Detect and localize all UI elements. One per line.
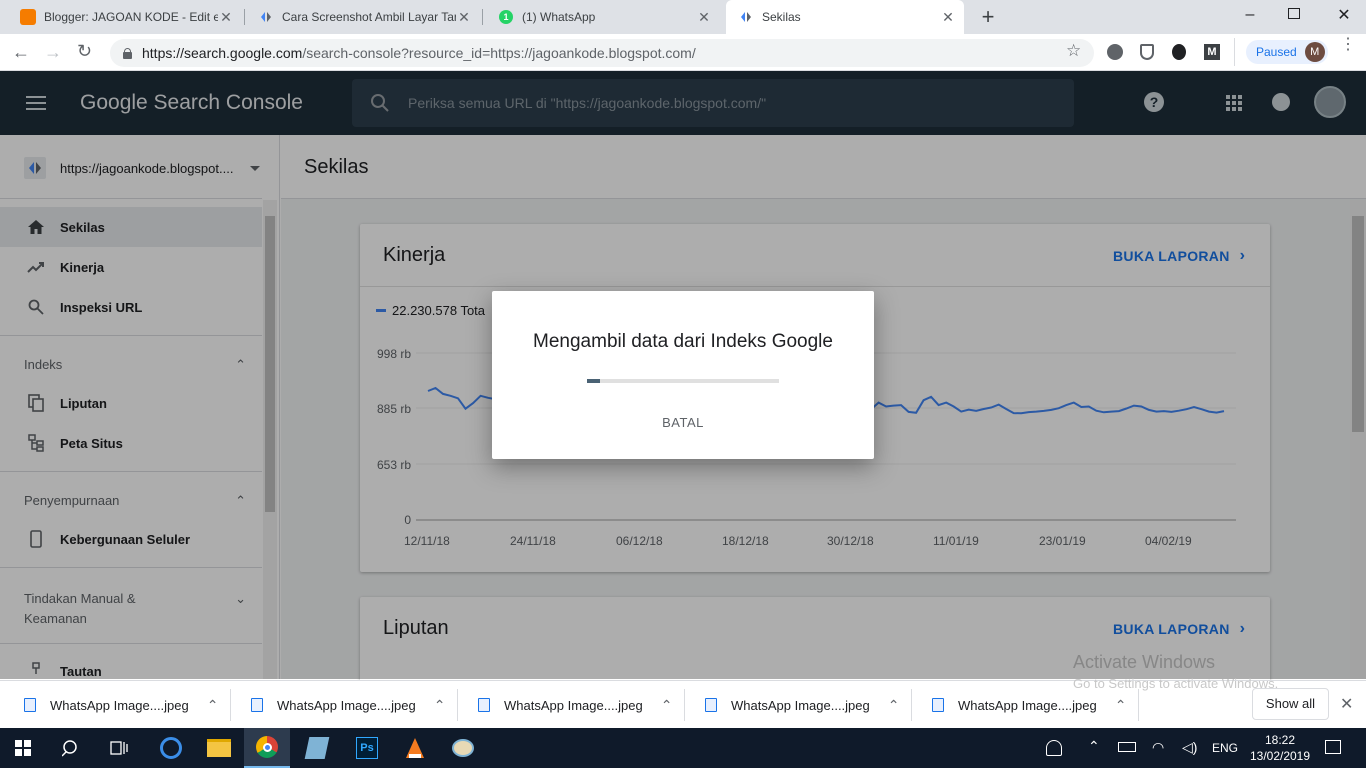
close-window-button[interactable]: ✕ xyxy=(1334,5,1354,25)
new-tab-button[interactable]: + xyxy=(976,5,1000,29)
image-file-icon xyxy=(705,698,717,712)
profile-paused-button[interactable]: Paused M xyxy=(1246,40,1328,64)
chrome-icon[interactable] xyxy=(244,728,290,768)
close-tab-icon[interactable]: ✕ xyxy=(696,9,712,26)
vlc-icon[interactable] xyxy=(392,728,438,768)
chevron-up-icon[interactable]: ⌃ xyxy=(207,697,219,714)
dialog-title: Mengambil data dari Indeks Google xyxy=(533,331,833,352)
close-tab-icon[interactable]: ✕ xyxy=(940,9,956,26)
download-item[interactable]: WhatsApp Image....jpeg ⌃ xyxy=(227,681,454,729)
image-file-icon xyxy=(251,698,263,712)
file-explorer-icon[interactable] xyxy=(196,728,242,768)
bookmark-star-icon[interactable]: ☆ xyxy=(1066,41,1081,61)
search-console-icon xyxy=(258,9,274,25)
extension-icon[interactable] xyxy=(1172,44,1186,60)
chevron-up-icon[interactable]: ⌃ xyxy=(1115,697,1127,714)
back-button[interactable]: ← xyxy=(12,42,30,63)
download-separator xyxy=(1138,689,1139,721)
whatsapp-icon: 1 xyxy=(498,9,514,25)
progress-bar xyxy=(587,379,779,383)
search-icon[interactable] xyxy=(48,728,94,768)
address-bar[interactable]: https://search.google.com/search-console… xyxy=(110,39,1094,67)
tab-cara-screenshot[interactable]: Cara Screenshot Ambil Layar Tanj ✕ xyxy=(246,0,480,34)
progress-bar-fill xyxy=(587,379,601,383)
battery-icon[interactable] xyxy=(1118,742,1136,752)
download-item[interactable]: WhatsApp Image....jpeg ⌃ xyxy=(0,681,227,729)
tab-separator xyxy=(244,9,245,25)
image-file-icon xyxy=(932,698,944,712)
people-icon[interactable] xyxy=(1046,740,1062,756)
notification-center-icon[interactable] xyxy=(1325,740,1341,754)
download-item[interactable]: WhatsApp Image....jpeg ⌃ xyxy=(681,681,908,729)
app-icon[interactable] xyxy=(294,728,340,768)
image-file-icon xyxy=(24,698,36,712)
tab-blogger[interactable]: Blogger: JAGOAN KODE - Edit en ✕ xyxy=(8,0,242,34)
windows-start-icon[interactable] xyxy=(0,728,46,768)
close-tab-icon[interactable]: ✕ xyxy=(456,9,472,26)
extension-icon[interactable] xyxy=(1107,44,1123,60)
shield-extension-icon[interactable] xyxy=(1140,44,1154,60)
chevron-up-icon[interactable]: ⌃ xyxy=(888,697,900,714)
menu-kebab-icon[interactable]: ⋮ xyxy=(1340,37,1356,53)
close-downloads-icon[interactable]: ✕ xyxy=(1340,694,1353,714)
loading-dialog: Mengambil data dari Indeks Google BATAL xyxy=(492,291,874,459)
search-console-icon xyxy=(738,9,754,25)
show-all-button[interactable]: Show all xyxy=(1252,688,1329,720)
volume-icon[interactable]: ◁) xyxy=(1182,739,1197,756)
tab-sekilas[interactable]: Sekilas ✕ xyxy=(726,0,964,34)
m-extension-icon[interactable]: M xyxy=(1204,44,1220,60)
download-item[interactable]: WhatsApp Image....jpeg ⌃ xyxy=(454,681,681,729)
close-tab-icon[interactable]: ✕ xyxy=(218,9,234,26)
chevron-up-icon[interactable]: ⌃ xyxy=(661,697,673,714)
image-file-icon xyxy=(478,698,490,712)
edge-browser-icon[interactable] xyxy=(148,728,194,768)
maximize-button[interactable] xyxy=(1288,8,1300,19)
cancel-button[interactable]: BATAL xyxy=(642,409,724,437)
tab-separator xyxy=(482,9,483,25)
chevron-up-icon[interactable]: ⌃ xyxy=(434,697,446,714)
photoshop-icon[interactable]: Ps xyxy=(344,728,390,768)
tab-whatsapp[interactable]: 1 (1) WhatsApp ✕ xyxy=(486,0,720,34)
avatar: M xyxy=(1304,42,1325,62)
task-view-icon[interactable] xyxy=(96,728,142,768)
toolbar-divider xyxy=(1234,38,1235,66)
minimize-button[interactable]: – xyxy=(1240,6,1260,24)
blogger-icon xyxy=(20,9,36,25)
clock[interactable]: 18:22 13/02/2019 xyxy=(1248,732,1312,764)
chevron-up-icon[interactable]: ⌃ xyxy=(1088,738,1100,755)
language-indicator[interactable]: ENG xyxy=(1212,741,1238,755)
reload-button[interactable]: ↻ xyxy=(77,41,92,62)
wifi-icon[interactable]: ◠ xyxy=(1152,739,1164,756)
lock-icon xyxy=(122,47,132,59)
forward-button[interactable]: → xyxy=(44,42,62,63)
paint-icon[interactable] xyxy=(440,728,486,768)
activate-windows-subtitle: Go to Settings to activate Windows. xyxy=(1073,676,1279,691)
